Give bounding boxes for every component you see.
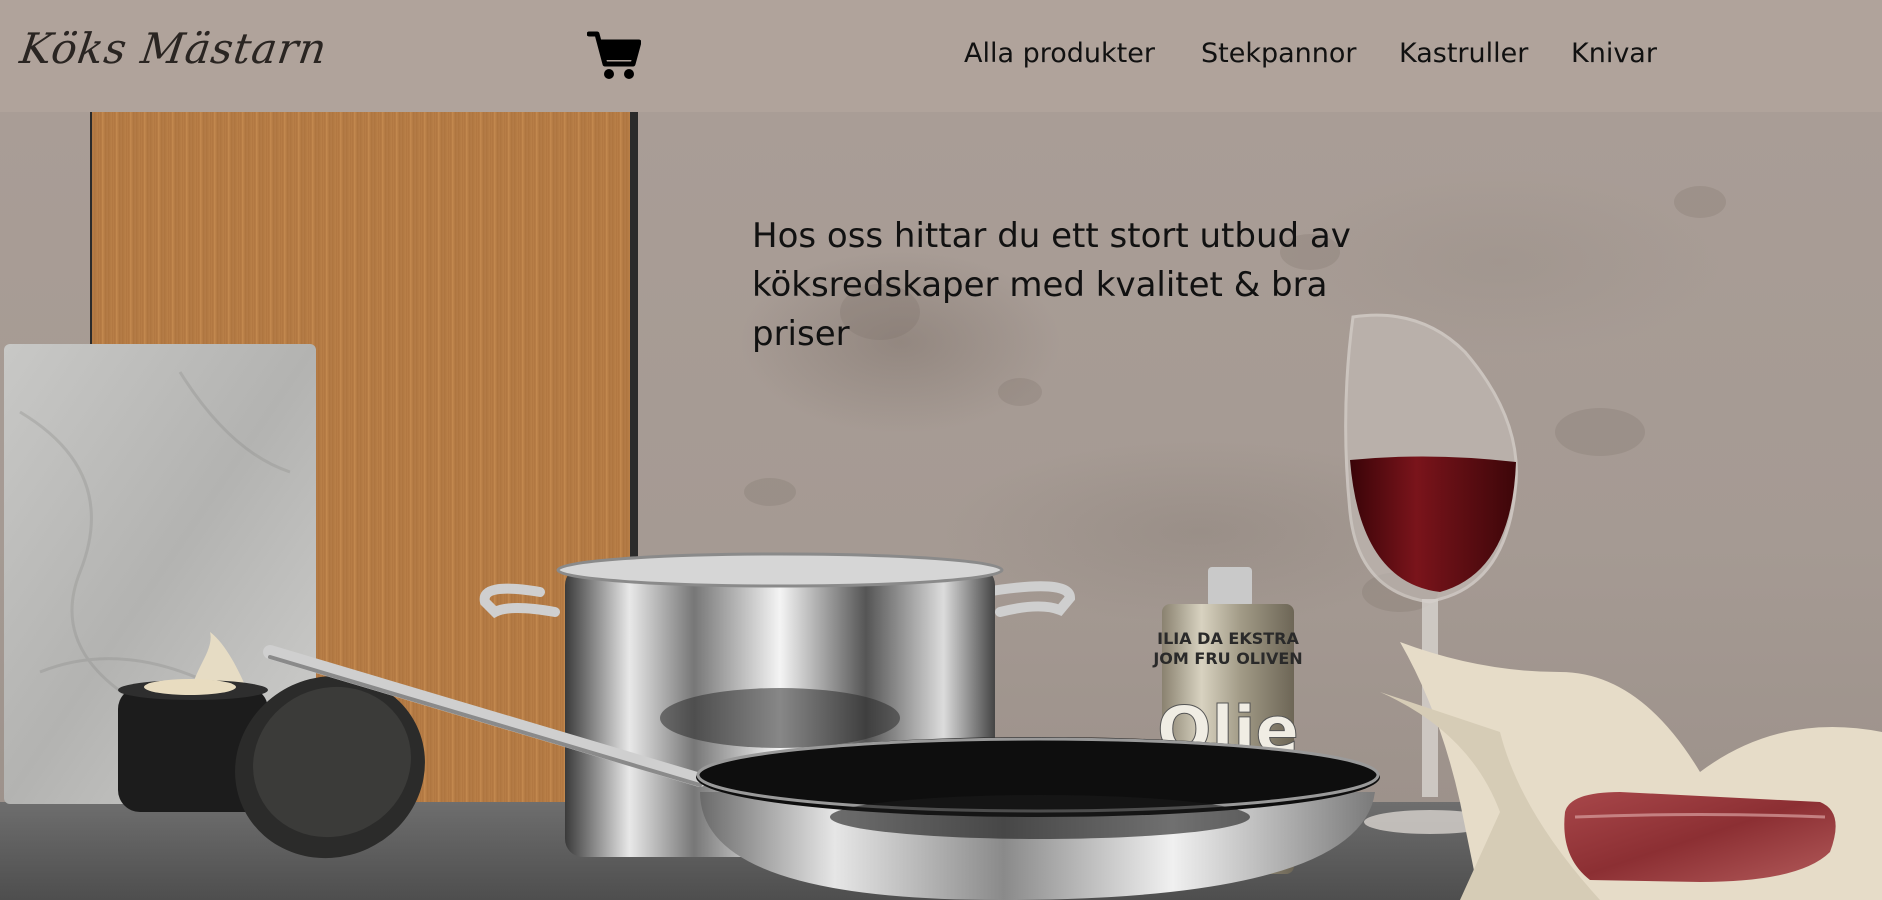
- site-header: Köks Mästarn Alla produkter Stekpannor K…: [0, 0, 1882, 112]
- nav-link-stekpannor[interactable]: Stekpannor: [1201, 38, 1357, 69]
- nav-link-knivar[interactable]: Knivar: [1571, 38, 1657, 69]
- hero-tagline: Hos oss hittar du ett stort utbud av kök…: [752, 216, 1351, 354]
- can-label-line2: JOM FRU OLIVEN: [1152, 649, 1302, 668]
- shopping-cart-icon[interactable]: [586, 30, 642, 80]
- nav-link-alla-produkter[interactable]: Alla produkter: [964, 38, 1155, 69]
- hero-banner: ILIA DA EKSTRA JOM FRU OLIVEN Olie Hos o…: [0, 112, 1882, 900]
- nav-link-kastruller[interactable]: Kastruller: [1399, 38, 1528, 69]
- can-label-line1: ILIA DA EKSTRA: [1157, 629, 1299, 648]
- site-logo[interactable]: Köks Mästarn: [16, 24, 330, 80]
